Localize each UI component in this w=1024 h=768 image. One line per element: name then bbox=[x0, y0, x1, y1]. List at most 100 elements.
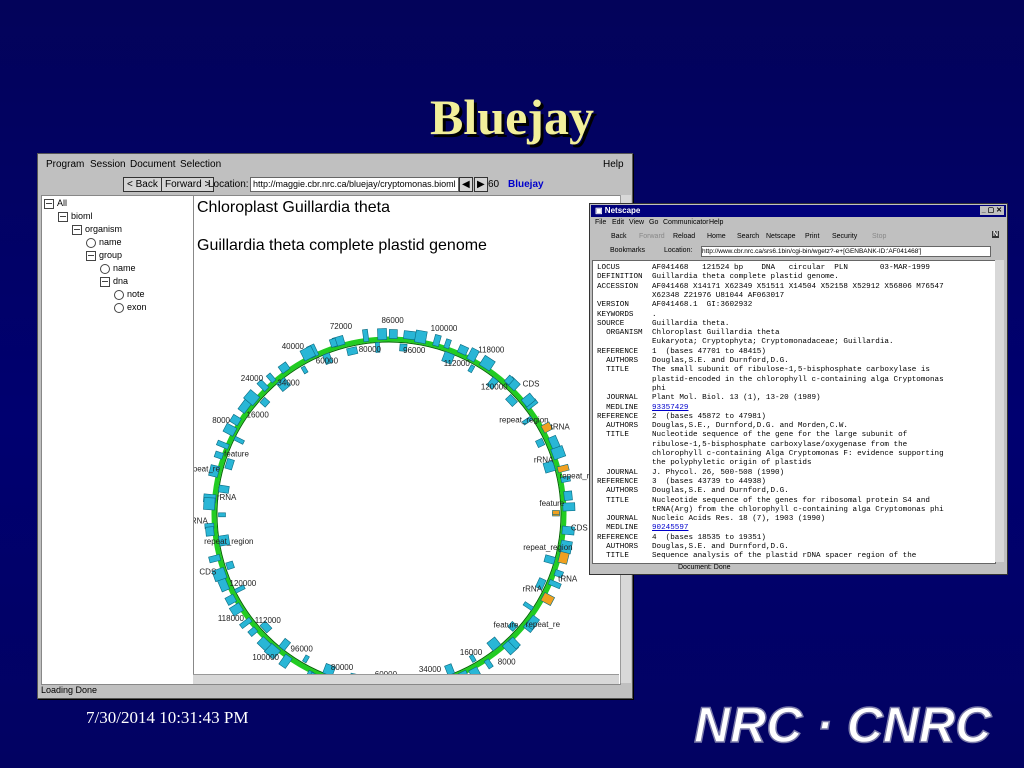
tree-node[interactable]: bioml bbox=[58, 211, 93, 222]
record-value: Douglas,S.E. and Durnford,D.G. bbox=[652, 487, 789, 496]
gene-feature[interactable] bbox=[543, 554, 556, 565]
collapse-box-icon[interactable] bbox=[72, 224, 82, 235]
record-key: MEDLINE bbox=[597, 403, 639, 412]
tree-node[interactable]: organism bbox=[72, 224, 122, 235]
ns-menu-file[interactable]: File bbox=[595, 219, 606, 226]
ns-forward-button[interactable]: Forward bbox=[639, 233, 665, 240]
gene-feature[interactable] bbox=[302, 654, 310, 664]
gene-feature[interactable] bbox=[203, 497, 216, 511]
tree-node-label: organism bbox=[85, 224, 123, 234]
gene-feature[interactable] bbox=[213, 450, 225, 460]
record-key: TITLE bbox=[597, 496, 629, 505]
map-label: repeat_region bbox=[204, 537, 253, 546]
record-value: Nucleotide sequence of the genes for rib… bbox=[652, 496, 930, 505]
back-button[interactable]: < Back bbox=[123, 177, 162, 192]
tree-node[interactable]: name bbox=[100, 263, 136, 274]
gene-feature[interactable] bbox=[346, 346, 359, 356]
gene-feature[interactable] bbox=[535, 437, 546, 448]
collapse-box-icon[interactable] bbox=[58, 211, 68, 222]
gene-feature[interactable] bbox=[552, 510, 560, 515]
ns-home-button[interactable]: Home bbox=[707, 233, 726, 240]
map-label: 120000 bbox=[230, 579, 257, 588]
map-label: tRNA bbox=[194, 516, 208, 525]
gene-feature[interactable] bbox=[225, 560, 235, 571]
horizontal-scrollbar[interactable] bbox=[193, 674, 619, 684]
ns-reload-button[interactable]: Reload bbox=[673, 233, 695, 240]
record-value: Guillardia theta. bbox=[652, 319, 730, 328]
ns-security-button[interactable]: Security bbox=[832, 233, 857, 240]
genome-view[interactable]: Chloroplast Guillardia theta Guillardia … bbox=[193, 195, 621, 685]
record-key: REFERENCE bbox=[597, 347, 639, 356]
ns-back-button[interactable]: Back bbox=[611, 233, 627, 240]
map-label: 96000 bbox=[291, 645, 314, 654]
menu-session[interactable]: Session bbox=[90, 159, 126, 170]
gene-feature[interactable] bbox=[413, 329, 428, 345]
tree-node[interactable]: exon bbox=[114, 302, 147, 313]
ns-menu-help[interactable]: Help bbox=[709, 219, 723, 226]
gene-feature[interactable] bbox=[388, 329, 398, 339]
record-value: The small subunit of ribulose-1,5-bispho… bbox=[652, 366, 930, 375]
gene-feature[interactable] bbox=[563, 490, 573, 501]
ns-vertical-scrollbar[interactable] bbox=[995, 260, 1004, 562]
gene-feature[interactable] bbox=[377, 328, 388, 341]
medline-link[interactable]: 93357429 bbox=[652, 404, 688, 413]
location-input[interactable]: http://maggie.cbr.nrc.ca/bluejay/cryptom… bbox=[250, 177, 459, 192]
gene-feature[interactable] bbox=[300, 365, 309, 375]
leaf-circle-icon[interactable] bbox=[114, 289, 124, 300]
gene-feature[interactable] bbox=[483, 658, 494, 670]
ns-location-input[interactable]: http://www.cbr.nrc.ca/srs6.1bin/cgi-bin/… bbox=[701, 246, 991, 257]
ns-search-button[interactable]: Search bbox=[737, 233, 759, 240]
record-key: ACCESSION bbox=[597, 282, 639, 291]
status-bar: Loading Done bbox=[41, 685, 98, 695]
record-value: 2 (bases 45872 to 47981) bbox=[652, 412, 766, 421]
menu-help[interactable]: Help bbox=[603, 159, 624, 170]
tree-node[interactable]: All bbox=[44, 198, 67, 209]
zoom-in-icon[interactable]: ▶ bbox=[474, 177, 488, 192]
gene-feature[interactable] bbox=[403, 330, 417, 341]
leaf-circle-icon[interactable] bbox=[86, 237, 96, 248]
gene-feature[interactable] bbox=[205, 526, 215, 537]
ns-menu-communicator[interactable]: Communicator bbox=[663, 219, 709, 226]
record-value: . bbox=[652, 310, 657, 319]
tree-node[interactable]: note bbox=[114, 289, 145, 300]
gene-feature[interactable] bbox=[233, 435, 245, 445]
gene-feature[interactable] bbox=[218, 512, 226, 518]
forward-button[interactable]: Forward > bbox=[161, 177, 215, 192]
genome-ring-inner[interactable] bbox=[216, 341, 562, 684]
collapse-box-icon[interactable] bbox=[100, 276, 110, 287]
tree-node[interactable]: name bbox=[86, 237, 122, 248]
zoom-level: 60 bbox=[488, 179, 500, 190]
window-controls-icon[interactable]: _ ▢ ✕ bbox=[979, 206, 1004, 215]
menu-selection[interactable]: Selection bbox=[180, 159, 221, 170]
gene-feature[interactable] bbox=[443, 338, 452, 350]
map-label: 24000 bbox=[241, 374, 264, 383]
netscape-toolbar: Back Forward Reload Home Search Netscape… bbox=[592, 230, 1005, 244]
ns-print-button[interactable]: Print bbox=[805, 233, 819, 240]
collapse-box-icon[interactable] bbox=[86, 250, 96, 261]
gene-feature[interactable] bbox=[562, 502, 576, 512]
record-key: REFERENCE bbox=[597, 412, 639, 421]
map-label: 8000 bbox=[498, 657, 516, 666]
record-value: Eukaryota; Cryptophyta; Cryptomonadaceae… bbox=[652, 338, 894, 347]
ns-menu-go[interactable]: Go bbox=[649, 219, 658, 226]
map-label: repeat_re bbox=[194, 465, 220, 474]
tree-node[interactable]: dna bbox=[100, 276, 128, 287]
map-label: 16000 bbox=[460, 648, 483, 657]
leaf-circle-icon[interactable] bbox=[100, 263, 110, 274]
ns-netscape-button[interactable]: Netscape bbox=[766, 233, 796, 240]
circular-genome-map[interactable]: CDSrepeat_regiontRNArRNArepeat_refeature… bbox=[194, 196, 620, 684]
tree-node[interactable]: group bbox=[86, 250, 122, 261]
medline-link[interactable]: 90245597 bbox=[652, 524, 688, 533]
ns-menu-edit[interactable]: Edit bbox=[612, 219, 624, 226]
gene-feature[interactable] bbox=[522, 601, 535, 611]
ns-stop-button[interactable]: Stop bbox=[872, 233, 886, 240]
collapse-box-icon[interactable] bbox=[44, 198, 54, 209]
gene-feature[interactable] bbox=[224, 457, 235, 471]
ns-menu-view[interactable]: View bbox=[629, 219, 644, 226]
zoom-out-icon[interactable]: ◀ bbox=[459, 177, 473, 192]
location-label: Location: bbox=[208, 179, 249, 190]
menu-document[interactable]: Document bbox=[130, 159, 176, 170]
leaf-circle-icon[interactable] bbox=[114, 302, 124, 313]
ns-bookmarks-button[interactable]: Bookmarks bbox=[610, 247, 645, 254]
menu-program[interactable]: Program bbox=[46, 159, 84, 170]
